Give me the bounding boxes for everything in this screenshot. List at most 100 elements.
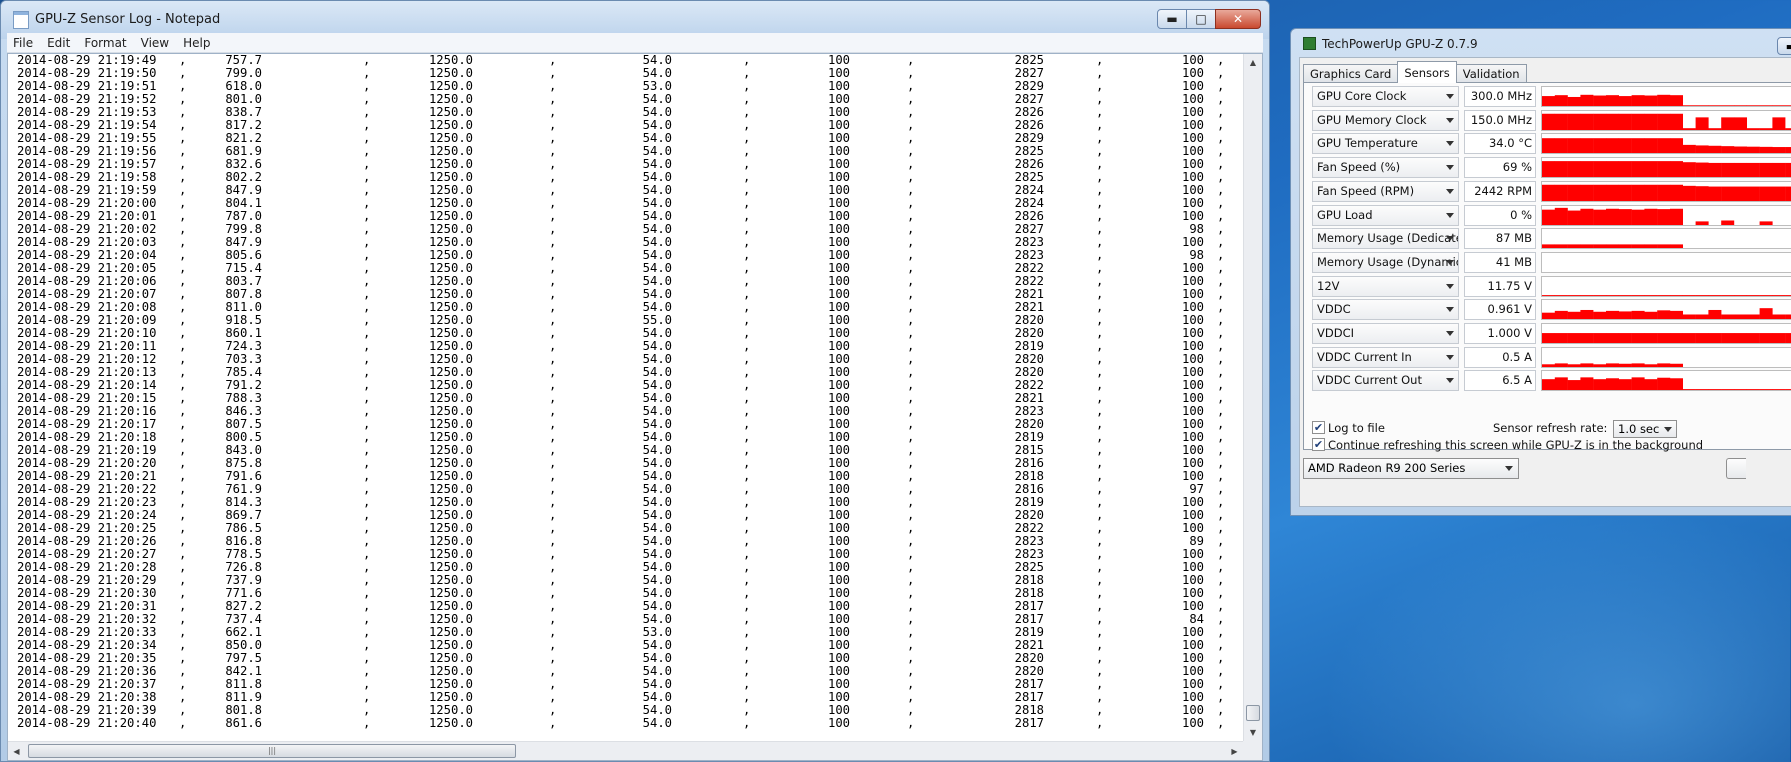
log-line: 2014-08-29 21:20:25, 786.5, 1250.0, 54.0, 10…	[11, 522, 1240, 535]
sensor-graph-bar	[1580, 161, 1594, 178]
sensor-graph-bar	[1542, 161, 1556, 178]
sensor-graph-bar	[1644, 161, 1658, 178]
sensor-graph-bar	[1580, 310, 1594, 320]
scroll-right-icon[interactable]: ▶	[1226, 742, 1243, 760]
log-line: 2014-08-29 21:20:05, 715.4, 1250.0, 54.0, 10…	[11, 262, 1240, 275]
sensor-graph-bar	[1644, 333, 1658, 343]
sensor-name-select[interactable]: GPU Load	[1312, 204, 1459, 226]
sensor-graph-bar	[1580, 363, 1594, 367]
sensor-graph-svg	[1542, 113, 1791, 130]
scroll-up-icon[interactable]: ▲	[1244, 54, 1262, 71]
log-line: 2014-08-29 21:20:07, 807.8, 1250.0, 54.0, 10…	[11, 288, 1240, 301]
tab-graphics-card[interactable]: Graphics Card	[1303, 64, 1399, 83]
sensor-name-select[interactable]: VDDC	[1312, 299, 1459, 321]
minimize-button[interactable]: ▬	[1157, 9, 1187, 29]
sensor-graph-bar	[1759, 308, 1773, 320]
tab-validation[interactable]: Validation	[1455, 64, 1527, 83]
sensor-graph-bar	[1721, 146, 1735, 154]
chevron-down-icon	[1446, 236, 1454, 242]
sensor-name-select[interactable]: GPU Temperature	[1312, 133, 1459, 155]
log-line: 2014-08-29 21:20:19, 843.0, 1250.0, 54.0, 10…	[11, 444, 1240, 457]
sensor-graph-bar	[1746, 147, 1760, 154]
sensor-graph-bar	[1542, 184, 1556, 201]
sensor-graph-bar	[1734, 389, 1748, 391]
sensor-graph-bar	[1670, 378, 1684, 391]
sensor-graph-bar	[1746, 314, 1760, 320]
log-separator: ,	[1217, 716, 1225, 730]
sensor-graph-bar	[1593, 161, 1607, 178]
notepad-title: GPU-Z Sensor Log - Notepad	[35, 12, 221, 27]
sensor-graph-bar	[1618, 184, 1632, 201]
sensor-name-select[interactable]: Fan Speed (RPM)	[1312, 180, 1459, 202]
sensor-graph-bar	[1554, 333, 1568, 343]
chevron-down-icon	[1505, 466, 1513, 471]
sensor-graph-bar	[1554, 294, 1568, 296]
vertical-scrollbar[interactable]: ▲ ▼	[1243, 54, 1262, 741]
sensor-name-select[interactable]: VDDC Current Out	[1312, 370, 1459, 392]
background-refresh-checkbox[interactable]: ✔	[1312, 438, 1325, 451]
log-line: 2014-08-29 21:20:10, 860.1, 1250.0, 54.0, 10…	[11, 327, 1240, 340]
menu-help[interactable]: Help	[183, 36, 210, 50]
chevron-down-icon	[1446, 259, 1454, 265]
sensor-graph-bar	[1695, 389, 1709, 391]
sensor-graph-svg	[1542, 363, 1684, 367]
log-line: 2014-08-29 21:20:14, 791.2, 1250.0, 54.0, 10…	[11, 379, 1240, 392]
sensor-graph-bar	[1618, 363, 1632, 367]
gpuz-close-button[interactable]	[1726, 458, 1746, 479]
device-select[interactable]: AMD Radeon R9 200 Series	[1303, 458, 1519, 479]
sensor-name-select[interactable]: Memory Usage (Dedicated)	[1312, 228, 1459, 250]
sensor-graph-bar	[1734, 146, 1748, 154]
sensor-graph-bar	[1746, 105, 1760, 106]
sensor-name-select[interactable]: VDDCI	[1312, 323, 1459, 344]
sensor-graph-bar	[1772, 389, 1786, 391]
sensor-graph-bar	[1682, 333, 1696, 343]
sensor-graph-bar	[1593, 138, 1607, 154]
sensor-graph-bar	[1785, 147, 1791, 154]
scroll-down-icon[interactable]: ▼	[1244, 724, 1262, 741]
sensor-name: VDDC Current In	[1317, 349, 1412, 364]
vertical-scroll-thumb[interactable]	[1246, 705, 1260, 721]
sensor-graph-bar	[1759, 220, 1773, 225]
sensor-name-select[interactable]: Memory Usage (Dynamic)	[1312, 251, 1459, 273]
log-line: 2014-08-29 21:19:49, 757.7, 1250.0, 54.0, 10…	[11, 54, 1240, 67]
sensor-graph-bar	[1593, 312, 1607, 320]
sensor-graph-bar	[1593, 95, 1607, 106]
menu-file[interactable]: File	[13, 36, 33, 50]
sensor-graph-bar	[1721, 333, 1735, 343]
sensor-graph	[1541, 323, 1791, 344]
sensor-value: 2442 RPM	[1464, 180, 1536, 202]
scroll-left-icon[interactable]: ◀	[8, 742, 25, 760]
sensor-graph-bar	[1631, 138, 1645, 154]
sensor-name-select[interactable]: GPU Memory Clock	[1312, 109, 1459, 131]
sensor-name: GPU Load	[1317, 207, 1373, 222]
maximize-button[interactable]: □	[1186, 9, 1216, 29]
log-to-file-checkbox[interactable]: ✔	[1312, 421, 1325, 434]
refresh-rate-select[interactable]: 1.0 sec	[1613, 420, 1677, 438]
text-editor[interactable]: 2014-08-29 21:19:49, 757.7, 1250.0, 54.0, 10…	[7, 53, 1263, 761]
horizontal-scroll-thumb[interactable]: |||	[28, 744, 516, 758]
close-button[interactable]: ✕	[1215, 9, 1261, 29]
menu-edit[interactable]: Edit	[47, 36, 70, 50]
sensor-graph-bar	[1670, 208, 1684, 225]
gpuz-minimize-button[interactable]: ▬	[1777, 37, 1791, 55]
gpuz-titlebar[interactable]: TechPowerUp GPU-Z 0.7.9 ▬	[1291, 29, 1791, 57]
sensor-name-select[interactable]: GPU Core Clock	[1312, 86, 1459, 107]
sensor-name-select[interactable]: VDDC Current In	[1312, 346, 1459, 368]
sensor-graph-bar	[1734, 333, 1748, 343]
sensor-graph-bar	[1785, 294, 1791, 296]
log-separator: ,	[549, 716, 557, 730]
horizontal-scrollbar[interactable]: ◀ ||| ▶	[8, 741, 1243, 760]
log-line: 2014-08-29 21:20:39, 801.8, 1250.0, 54.0, 10…	[11, 704, 1240, 717]
sensor-graph-bar	[1554, 161, 1568, 178]
log-line: 2014-08-29 21:20:20, 875.8, 1250.0, 54.0, 10…	[11, 457, 1240, 470]
menu-view[interactable]: View	[141, 36, 169, 50]
sensor-graph-bar	[1657, 333, 1671, 343]
sensor-graph-bar	[1708, 294, 1722, 296]
sensor-value: 1.000 V	[1464, 323, 1536, 344]
sensor-name-select[interactable]: 12V	[1312, 275, 1459, 297]
sensor-graph-bar	[1721, 105, 1735, 106]
sensor-name-select[interactable]: Fan Speed (%)	[1312, 157, 1459, 179]
tab-sensors[interactable]: Sensors	[1397, 61, 1457, 83]
log-text-area[interactable]: 2014-08-29 21:19:49, 757.7, 1250.0, 54.0, 10…	[11, 54, 1240, 741]
menu-format[interactable]: Format	[84, 36, 126, 50]
